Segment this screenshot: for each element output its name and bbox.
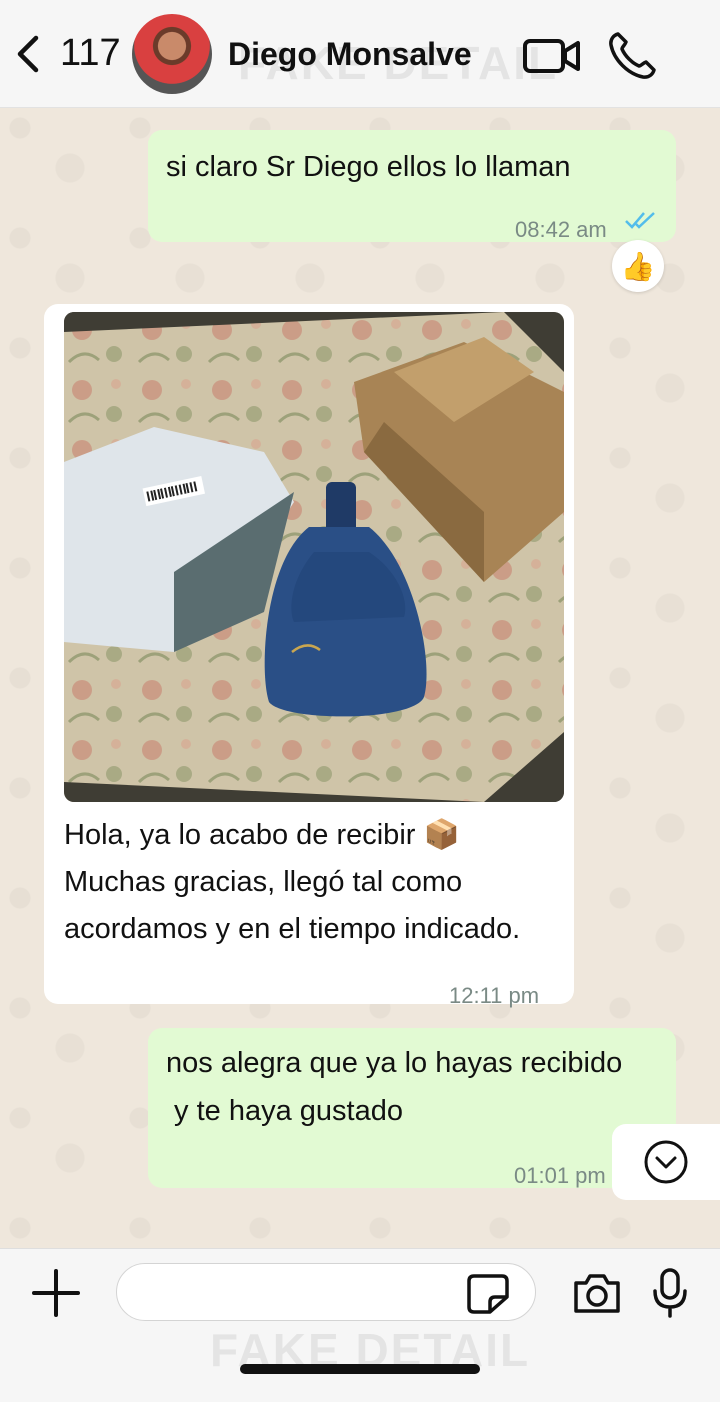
plus-icon[interactable] [32, 1269, 80, 1317]
reaction-thumbs-up[interactable]: 👍 [612, 240, 664, 292]
avatar[interactable] [132, 14, 212, 94]
message-text: si claro Sr Diego ellos lo llaman [166, 151, 571, 183]
chevron-down-icon [644, 1140, 688, 1184]
camera-icon[interactable] [572, 1271, 622, 1315]
read-ticks-icon [625, 212, 655, 229]
message-text-line-1: nos alegra que ya lo hayas recibido [166, 1047, 623, 1079]
photo-content [64, 312, 564, 802]
back-chevron-icon[interactable] [14, 34, 44, 74]
sticker-icon[interactable] [466, 1273, 510, 1315]
chat-header: 117 Diego Monsalve FAKE DETAIL [0, 0, 720, 108]
phone-call-icon[interactable] [606, 30, 658, 82]
video-call-icon[interactable] [522, 36, 582, 76]
message-text-line-2: Muchas gracias, llegó tal como [64, 866, 463, 898]
message-text-line-1: Hola, ya lo acabo de recibir 📦 [64, 819, 460, 851]
message-time: 08:42 am [515, 217, 607, 242]
scroll-to-bottom-button[interactable] [612, 1124, 720, 1200]
message-photo[interactable] [64, 312, 564, 802]
microphone-icon[interactable] [650, 1267, 690, 1319]
message-bubble-outgoing[interactable]: si claro Sr Diego ellos lo llaman 08:42 … [148, 130, 676, 242]
message-text-line-3: acordamos y en el tiempo indicado. [64, 913, 521, 945]
unread-count[interactable]: 117 [60, 32, 121, 75]
message-time: 12:11 pm [449, 983, 540, 1008]
message-text-line-2: y te haya gustado [166, 1095, 403, 1127]
watermark-top: FAKE DETAIL [238, 37, 559, 89]
composer-bar: FAKE DETAIL [0, 1248, 720, 1402]
message-bubble-outgoing[interactable]: nos alegra que ya lo hayas recibido y te… [148, 1028, 676, 1188]
message-time: 01:01 pm [514, 1163, 606, 1188]
home-indicator [240, 1364, 480, 1374]
